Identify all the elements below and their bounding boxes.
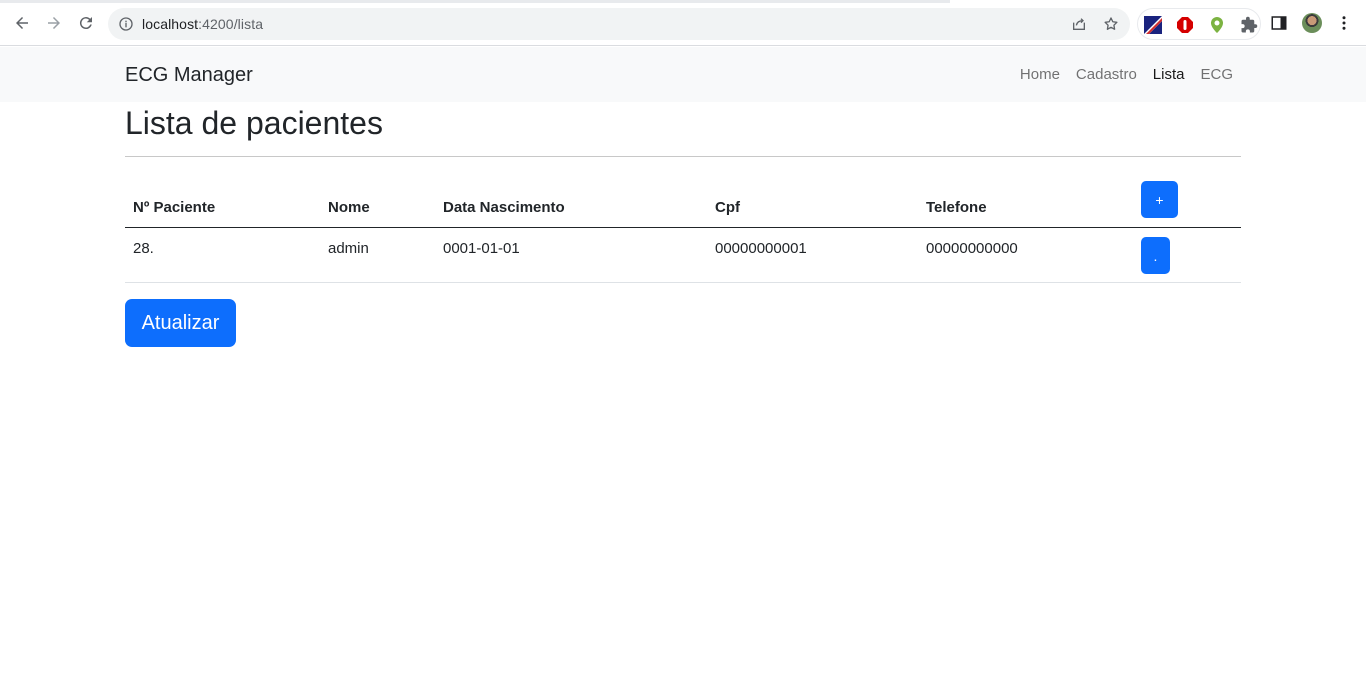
star-icon[interactable]: [1103, 16, 1119, 32]
cell-telefone: 00000000000: [926, 240, 1018, 257]
browser-toolbar: localhost:4200/lista: [0, 0, 1366, 46]
tab-strip-edge: [0, 0, 950, 3]
forward-arrow-icon: [48, 17, 60, 29]
forward-button[interactable]: [43, 12, 65, 34]
kebab-menu-icon[interactable]: [1335, 14, 1353, 32]
back-button[interactable]: [11, 12, 33, 34]
reload-icon: [79, 17, 92, 30]
cell-data-nascimento: 0001-01-01: [443, 240, 520, 257]
table-header: Nº Paciente Nome Data Nascimento Cpf Tel…: [125, 178, 1241, 228]
table-row: 28. admin 0001-01-01 00000000001 0000000…: [125, 228, 1241, 283]
app-navbar: ECG Manager Home Cadastro Lista ECG: [0, 47, 1366, 102]
nav-links: Home Cadastro Lista ECG: [1020, 66, 1233, 83]
adblock-extension-icon[interactable]: [1176, 16, 1194, 34]
column-header-cpf: Cpf: [715, 199, 740, 216]
cell-nome: admin: [328, 240, 369, 257]
column-header-telefone: Telefone: [926, 199, 987, 216]
row-action-button[interactable]: .: [1141, 237, 1170, 274]
url-text[interactable]: localhost:4200/lista: [142, 16, 263, 32]
location-pin-extension-icon[interactable]: [1208, 16, 1226, 34]
patients-table: Nº Paciente Nome Data Nascimento Cpf Tel…: [125, 178, 1241, 283]
nav-link-lista[interactable]: Lista: [1153, 66, 1185, 83]
side-panel-icon[interactable]: [1270, 14, 1288, 32]
add-patient-button[interactable]: +: [1141, 181, 1178, 218]
refresh-button[interactable]: Atualizar: [125, 299, 236, 347]
address-bar[interactable]: localhost:4200/lista: [108, 8, 1130, 40]
extension-puzzle-icon[interactable]: [1240, 16, 1258, 34]
reload-button[interactable]: [75, 12, 97, 34]
cell-numero: 28.: [133, 240, 154, 257]
url-path: :4200/lista: [198, 16, 264, 32]
navbar-brand[interactable]: ECG Manager: [125, 64, 253, 87]
column-header-numero: Nº Paciente: [133, 199, 216, 216]
nav-link-ecg[interactable]: ECG: [1200, 66, 1233, 83]
url-host: localhost: [142, 16, 199, 32]
flag-extension-icon[interactable]: [1144, 16, 1162, 34]
share-icon[interactable]: [1071, 16, 1087, 32]
column-header-data-nascimento: Data Nascimento: [443, 199, 565, 216]
nav-link-cadastro[interactable]: Cadastro: [1076, 66, 1137, 83]
profile-avatar[interactable]: [1302, 13, 1322, 33]
back-arrow-icon: [16, 17, 28, 29]
nav-link-home[interactable]: Home: [1020, 66, 1060, 83]
info-icon[interactable]: [118, 16, 134, 32]
page-title: Lista de pacientes: [125, 105, 383, 141]
column-header-nome: Nome: [328, 199, 370, 216]
title-divider: [125, 156, 1241, 157]
cell-cpf: 00000000001: [715, 240, 807, 257]
extensions-area: [1137, 8, 1261, 40]
